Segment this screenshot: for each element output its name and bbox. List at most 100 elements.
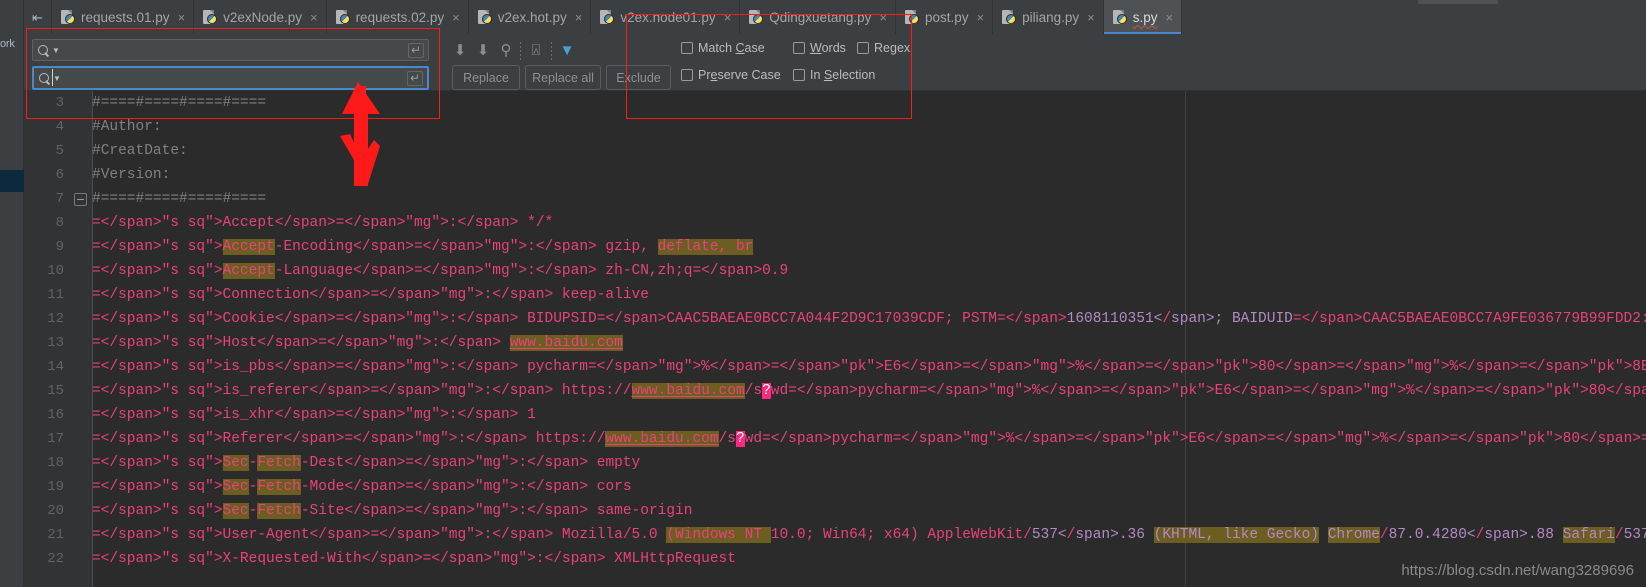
match-case-checkbox[interactable]: Match Case: [681, 41, 765, 55]
match-case-checkbox-box[interactable]: [681, 42, 693, 54]
preserve-case-checkbox-box[interactable]: [681, 69, 693, 81]
code-editor[interactable]: 3 4 5 6 7 8 9 10 11 12 13 14 15 16 17 18 19 20 21 22 #====#…: [24, 91, 1646, 587]
tab-close-icon[interactable]: ×: [976, 10, 984, 25]
regex-label: Regex: [874, 41, 911, 55]
tab-close-icon[interactable]: ×: [724, 10, 732, 25]
chevron-down-icon[interactable]: ▼: [52, 46, 60, 55]
editor-tab-v2ex-hot-py[interactable]: v2ex.hot.py ×: [469, 0, 592, 34]
code-line[interactable]: =</span>"s sq">User-Agent</span>=</span>…: [92, 523, 1646, 547]
fold-marker[interactable]: [74, 193, 87, 206]
filter-icon[interactable]: ▼: [558, 42, 576, 60]
python-file-icon: [904, 9, 919, 25]
replace-chevron-down-icon[interactable]: ▼: [53, 74, 61, 83]
code-line[interactable]: #CreatDate:: [92, 139, 1646, 163]
editor-tab-label: v2ex.hot.py: [497, 9, 567, 25]
editor-tab-piliang-py[interactable]: piliang.py ×: [993, 0, 1104, 34]
words-checkbox[interactable]: Words: [793, 41, 846, 55]
search-field-wrapper[interactable]: ▼ ↵: [32, 39, 429, 61]
search-enter-icon[interactable]: ↵: [408, 42, 424, 58]
text-caret: [52, 69, 53, 86]
tab-close-icon[interactable]: ×: [452, 10, 460, 25]
tab-close-icon[interactable]: ×: [310, 10, 318, 25]
code-text-area[interactable]: #====#====#====#==== #Author: #CreatDate: #…: [92, 91, 1646, 587]
tab-close-icon[interactable]: ×: [879, 10, 887, 25]
code-line[interactable]: =</span>"s sq">Accept-Language</span>=</…: [92, 259, 1646, 283]
code-line[interactable]: =</span>"s sq">Host</span>=</span>"mg">:…: [92, 331, 1646, 355]
line-number: 17: [47, 431, 64, 447]
collapse-panel-button[interactable]: ⇤: [24, 0, 52, 34]
code-line[interactable]: #====#====#====#====: [92, 91, 1646, 115]
python-file-icon: [61, 9, 75, 25]
exclude-button[interactable]: Exclude: [606, 65, 671, 90]
code-line[interactable]: =</span>"s sq">is_xhr</span>=</span>"mg"…: [92, 403, 1646, 427]
line-number: 11: [47, 287, 64, 303]
replace-enter-icon[interactable]: ↵: [407, 70, 423, 86]
in-selection-checkbox-box[interactable]: [793, 69, 805, 81]
tab-close-icon[interactable]: ×: [1087, 10, 1095, 25]
line-number: 4: [55, 119, 64, 135]
words-checkbox-box[interactable]: [793, 42, 805, 54]
line-number: 3: [55, 95, 64, 111]
editor-tab-v2exnode-py[interactable]: v2exNode.py ×: [194, 0, 327, 34]
python-file-icon: [203, 9, 218, 25]
code-line[interactable]: =</span>"s sq">Sec-Fetch-Mode</span>=</s…: [92, 475, 1646, 499]
replace-field-wrapper[interactable]: ▼ ↵: [32, 66, 429, 90]
search-icon: [37, 44, 50, 57]
code-line[interactable]: =</span>"s sq">is_referer</span>=</span>…: [92, 379, 1646, 403]
line-number: 22: [47, 551, 64, 567]
tab-close-icon[interactable]: ×: [178, 10, 186, 25]
code-line[interactable]: =</span>"s sq">Cookie</span>=</span>"mg"…: [92, 307, 1646, 331]
preserve-case-checkbox[interactable]: Preserve Case: [681, 68, 781, 82]
code-line[interactable]: =</span>"s sq">Accept-Encoding</span>=</…: [92, 235, 1646, 259]
toolbar-divider-2: [551, 42, 552, 60]
toolbar-divider-1: [520, 42, 521, 60]
editor-tab-label: requests.02.py: [355, 9, 445, 25]
replace-search-icon: [38, 72, 51, 85]
left-tool-rail: ork: [0, 0, 24, 587]
code-line[interactable]: #Version:: [92, 163, 1646, 187]
code-line[interactable]: #====#====#====#====: [92, 187, 1646, 211]
editor-tab-label: piliang.py: [1022, 9, 1080, 25]
rail-selected-indicator[interactable]: [0, 170, 24, 192]
python-file-icon: [1002, 9, 1017, 25]
editor-tab-label: Qdingxuetang.py: [769, 9, 872, 25]
code-line[interactable]: =</span>"s sq">Accept</span>=</span>"mg"…: [92, 211, 1646, 235]
find-previous-icon[interactable]: ⬇: [451, 42, 469, 60]
code-line[interactable]: #Author:: [92, 115, 1646, 139]
replace-input[interactable]: [64, 71, 403, 85]
words-label: Words: [810, 41, 846, 55]
editor-tab-s-py[interactable]: s.py ×: [1103, 0, 1183, 34]
editor-tab-v2ex-node01-py[interactable]: v2ex.node01.py ×: [591, 0, 741, 34]
regex-checkbox-box[interactable]: [857, 42, 869, 54]
editor-tab-requests-02-py[interactable]: requests.02.py ×: [327, 0, 469, 34]
replace-all-button[interactable]: Replace all: [525, 65, 601, 90]
editor-tab-qdingxuetang-py[interactable]: Qdingxuetang.py ×: [740, 0, 896, 34]
tab-close-icon[interactable]: ×: [575, 10, 583, 25]
pycharm-window: ork ⇤ requests.01.py × v2exNode.py × request…: [0, 0, 1646, 587]
regex-checkbox[interactable]: Regex: [857, 41, 910, 55]
line-number: 18: [47, 455, 64, 471]
line-number: 13: [47, 335, 64, 351]
python-file-icon: [335, 9, 350, 25]
line-number: 21: [47, 527, 64, 543]
line-number: 8: [55, 215, 64, 231]
select-all-occurrences-icon[interactable]: ⚲: [497, 42, 515, 60]
code-line[interactable]: =</span>"s sq">is_pbs</span>=</span>"mg"…: [92, 355, 1646, 379]
in-selection-label: In Selection: [810, 68, 876, 82]
code-folding-column[interactable]: [70, 91, 92, 587]
search-input[interactable]: [63, 43, 404, 57]
code-line[interactable]: =</span>"s sq">Sec-Fetch-Site</span>=</s…: [92, 499, 1646, 523]
find-in-selection-icon[interactable]: ⍓: [527, 42, 545, 60]
editor-tab-post-py[interactable]: post.py ×: [896, 0, 994, 34]
in-selection-checkbox[interactable]: In Selection: [793, 68, 875, 82]
find-replace-panel: ▼ ↵ ▼ ↵ ⬇ ⬇ ⚲ ⍓ ▼ Replace Replace all Ex…: [24, 34, 1646, 91]
tab-close-icon[interactable]: ×: [1165, 10, 1173, 25]
code-line[interactable]: =</span>"s sq">Referer</span>=</span>"mg…: [92, 427, 1646, 451]
code-line[interactable]: =</span>"s sq">Sec-Fetch-Dest</span>=</s…: [92, 451, 1646, 475]
line-number: 14: [47, 359, 64, 375]
editor-tab-requests-01-py[interactable]: requests.01.py ×: [52, 0, 195, 34]
find-next-icon[interactable]: ⬇: [474, 42, 492, 60]
code-line[interactable]: =</span>"s sq">Connection</span>=</span>…: [92, 283, 1646, 307]
top-window-sliver: [1418, 0, 1498, 4]
replace-button[interactable]: Replace: [452, 65, 520, 90]
